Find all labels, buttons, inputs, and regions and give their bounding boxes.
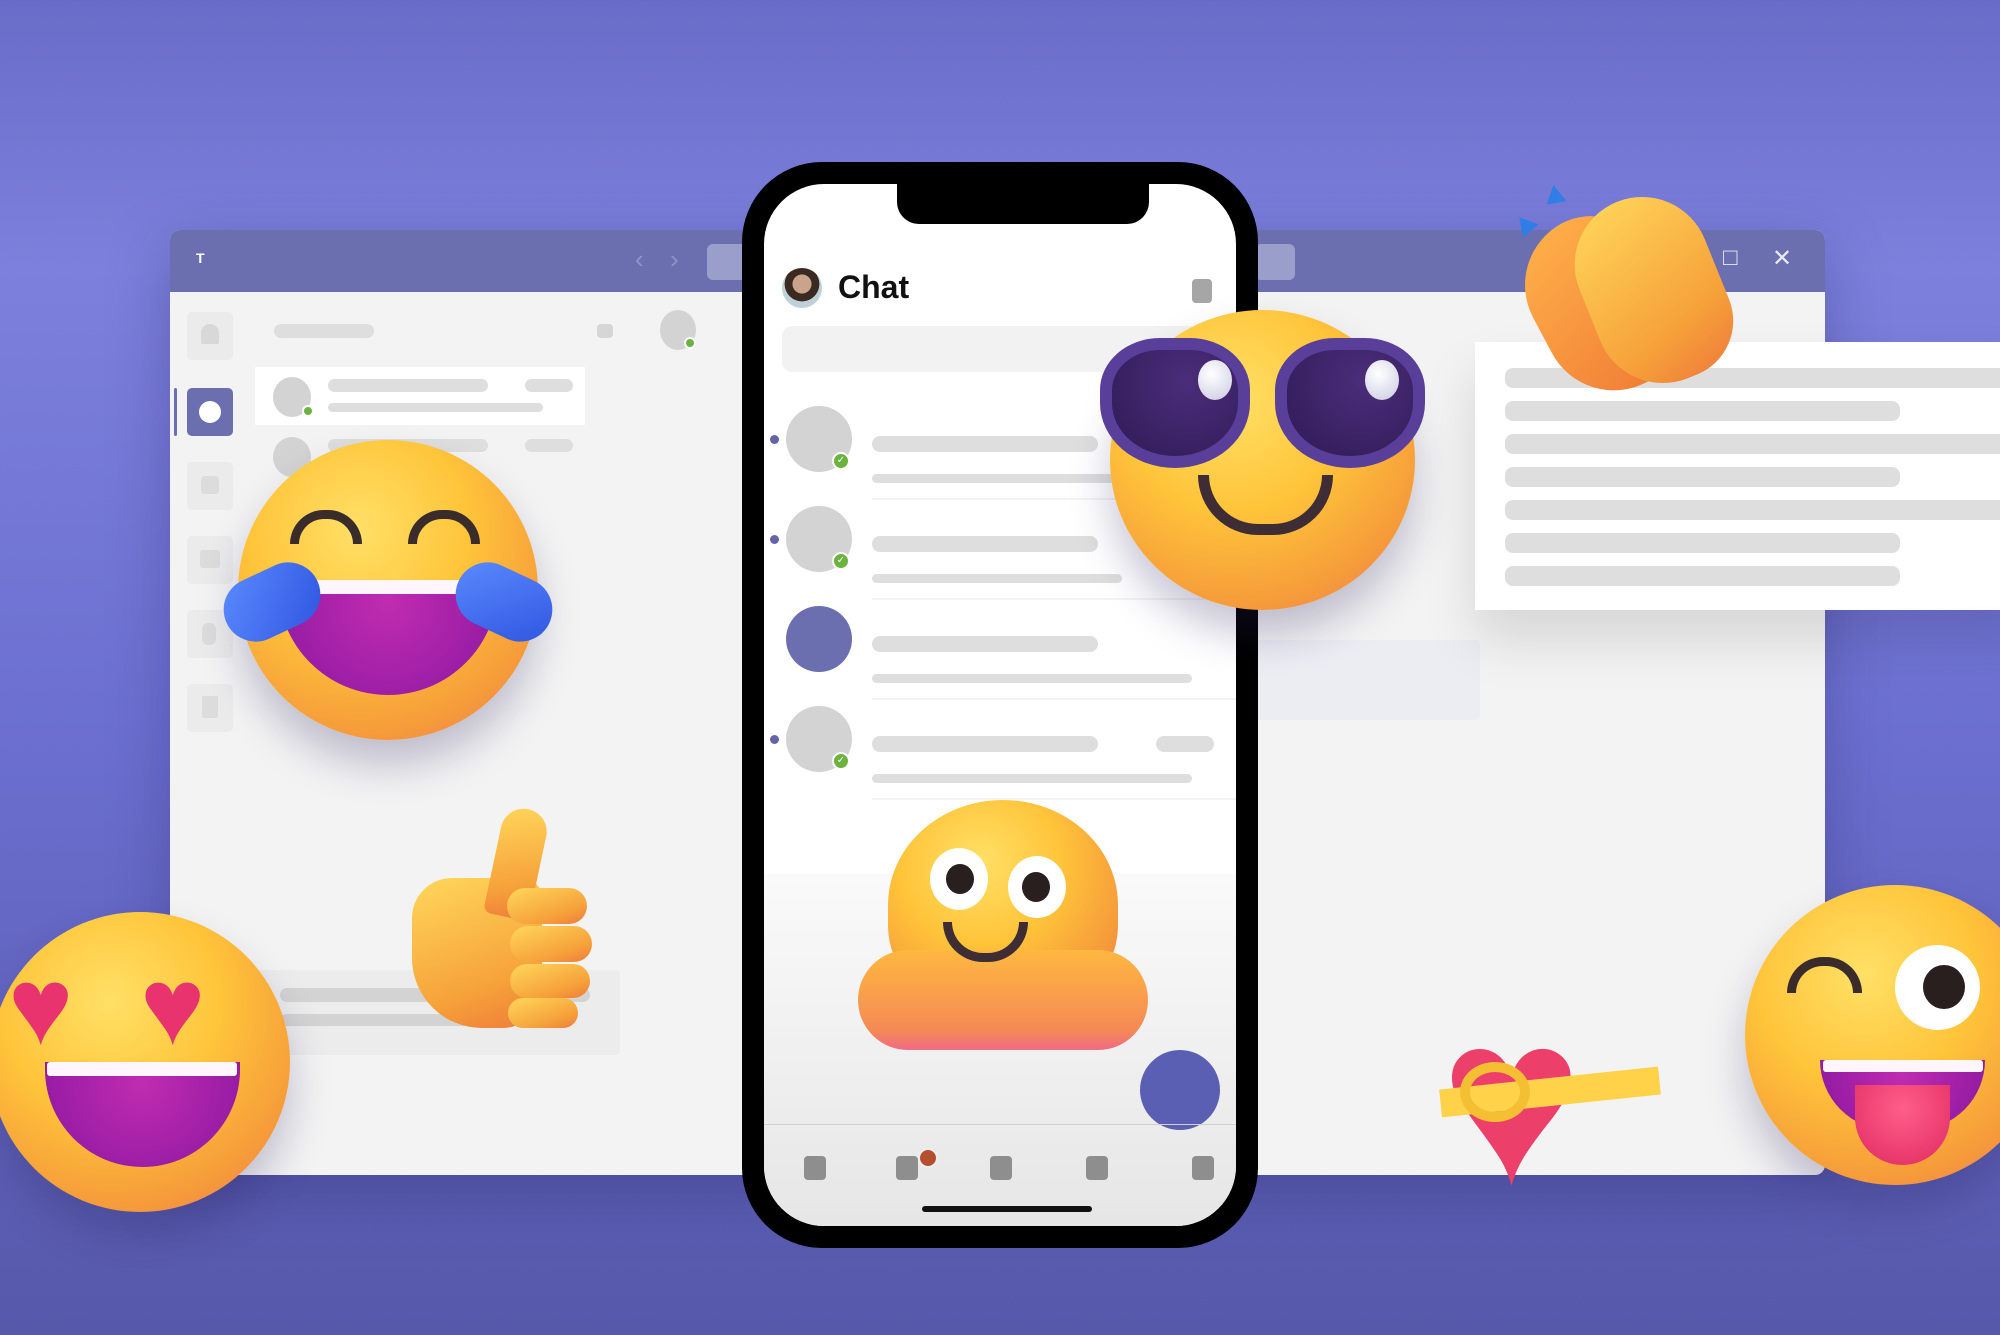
phone-icon xyxy=(202,623,216,645)
rail-item-teams[interactable] xyxy=(187,462,233,510)
smile xyxy=(1198,475,1333,535)
tab-more[interactable] xyxy=(1192,1156,1214,1180)
eye-icon xyxy=(290,510,362,544)
tab-calendar[interactable] xyxy=(1086,1156,1108,1180)
phone-device: Chat ✓ ✓ ✓ xyxy=(742,162,1258,1248)
chat-list-header xyxy=(274,324,374,338)
tab-teams[interactable] xyxy=(990,1156,1012,1180)
bow xyxy=(1460,1062,1530,1122)
presence-available-icon xyxy=(684,337,696,349)
group-avatar xyxy=(786,606,852,672)
home-indicator[interactable] xyxy=(922,1206,1092,1212)
sunglasses-lens xyxy=(1275,338,1425,468)
presence-available-icon: ✓ xyxy=(832,552,850,570)
unread-indicator xyxy=(770,435,779,444)
chat-row[interactable]: ✓ xyxy=(764,694,1236,794)
emoji-clapping-hands xyxy=(1500,175,1751,415)
heart-eye-icon: ♥ xyxy=(140,945,206,1068)
search-box[interactable] xyxy=(707,244,747,280)
filter-icon[interactable] xyxy=(597,324,613,338)
unread-indicator xyxy=(770,535,779,544)
emoji-thumbs-up xyxy=(412,804,592,1030)
sparkle-icon xyxy=(1511,210,1539,238)
mouth xyxy=(45,1062,240,1167)
heart-eye-icon: ♥ xyxy=(8,945,74,1068)
chat-list-row[interactable] xyxy=(255,367,585,425)
rail-item-calendar[interactable] xyxy=(187,536,233,584)
chat-row[interactable] xyxy=(764,594,1236,694)
bell-icon xyxy=(201,324,219,344)
presence-available-icon: ✓ xyxy=(832,452,850,470)
presence-available-icon: ✓ xyxy=(832,752,850,770)
calendar-icon xyxy=(200,550,220,568)
message-bubble xyxy=(1250,640,1480,720)
page-title: Chat xyxy=(838,269,910,305)
rail-item-chat[interactable] xyxy=(187,388,233,436)
file-icon xyxy=(202,696,218,718)
tab-activity[interactable] xyxy=(804,1156,826,1180)
new-chat-icon[interactable] xyxy=(1140,1050,1220,1130)
sunglasses-lens xyxy=(1100,338,1250,468)
compose-icon[interactable] xyxy=(1192,279,1212,303)
chat-icon xyxy=(199,401,221,423)
unread-indicator xyxy=(770,735,779,744)
teams-logo-icon: T xyxy=(196,250,205,266)
sparkle-icon xyxy=(1543,183,1567,205)
emoji-smiling-face-with-heart-eyes: ♥ ♥ xyxy=(0,912,290,1212)
presence-available-icon xyxy=(302,405,314,417)
teams-icon xyxy=(201,476,219,494)
emoji-face-with-tears-of-joy xyxy=(213,440,563,740)
emoji-melting-face xyxy=(858,800,1148,1060)
rail-item-files[interactable] xyxy=(187,684,233,732)
notification-badge xyxy=(918,1148,938,1168)
emoji-smiling-face-with-sunglasses xyxy=(1100,310,1425,610)
tab-bar-divider xyxy=(764,1124,1236,1125)
wink-eye-icon xyxy=(1787,957,1862,993)
back-button[interactable]: ‹ xyxy=(635,244,644,275)
rail-item-activity[interactable] xyxy=(187,312,233,360)
search-box-right[interactable] xyxy=(1255,244,1295,280)
tab-chat[interactable] xyxy=(896,1156,918,1180)
timestamp xyxy=(1156,736,1214,752)
phone-notch xyxy=(897,184,1149,224)
rail-active-indicator xyxy=(174,388,177,436)
user-avatar[interactable] xyxy=(782,268,822,308)
tongue xyxy=(1855,1085,1950,1165)
forward-button[interactable]: › xyxy=(670,244,679,275)
emoji-heart-with-ribbon: ♥ xyxy=(1439,980,1661,1220)
close-button[interactable]: ✕ xyxy=(1772,244,1792,273)
eye-icon xyxy=(408,510,480,544)
